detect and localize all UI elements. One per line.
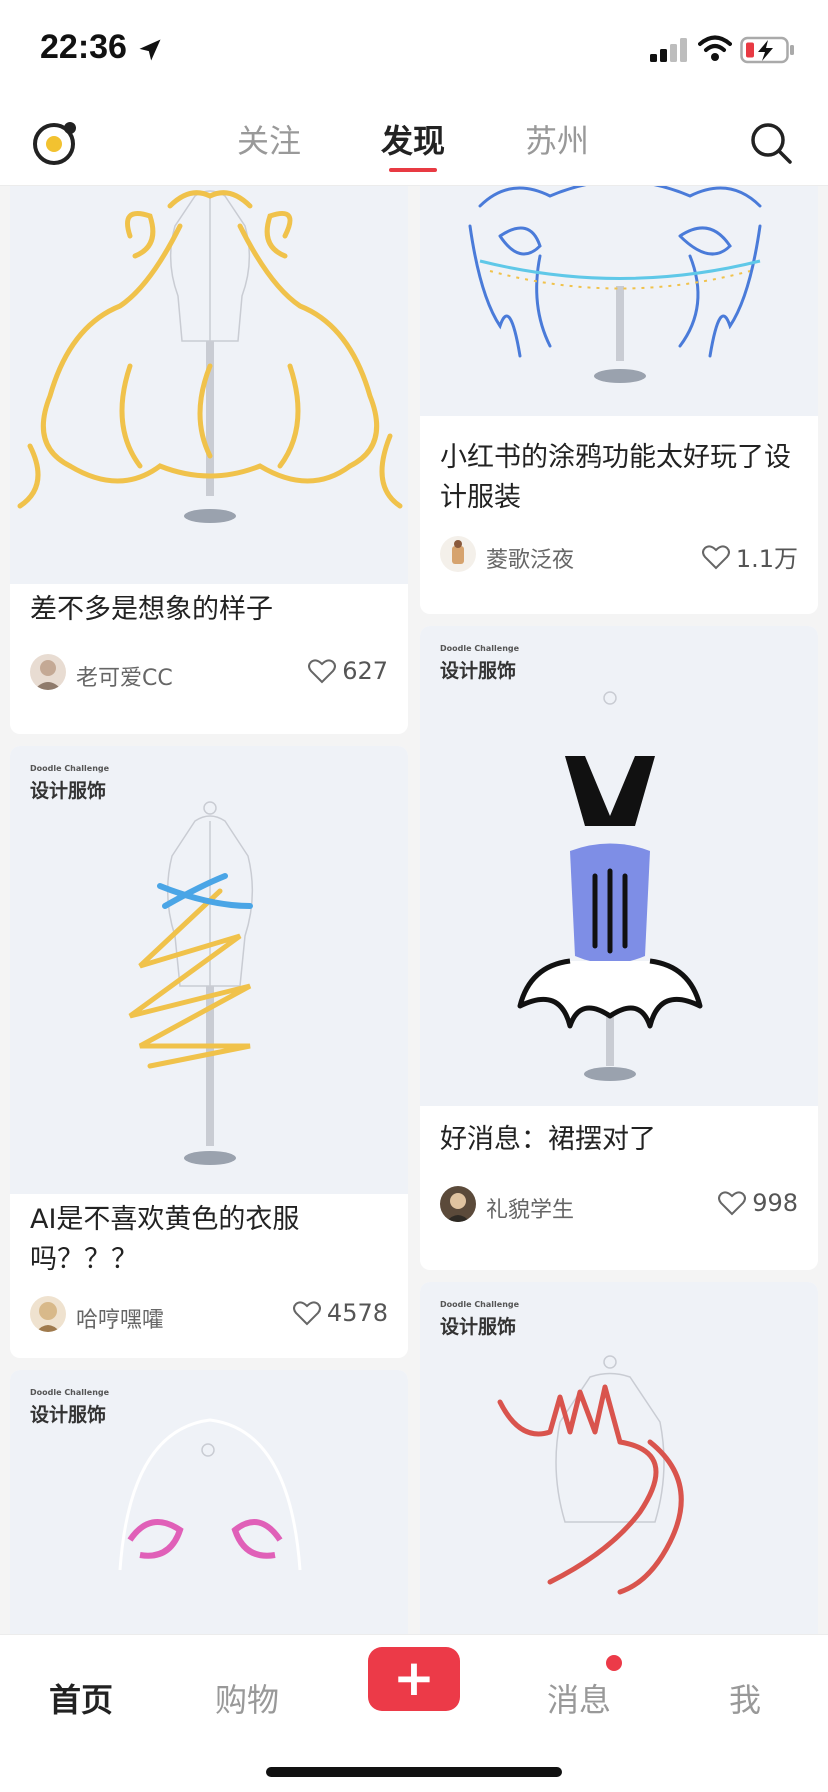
mannequin-yellow-zigzag-drawing [128,801,254,1165]
top-nav: 关注 发现 苏州 [0,100,828,186]
mannequin-blue-ruffle-drawing [468,186,762,383]
tab-home[interactable]: 首页 [26,1675,136,1721]
tab-shopping[interactable]: 购物 [192,1675,302,1721]
author-name[interactable]: 菱歌泛夜 [486,542,574,574]
like-count: 1.1万 [735,545,798,573]
heart-icon [308,659,337,684]
author-name[interactable]: 礼貌学生 [486,1192,574,1224]
like-button[interactable]: 998 [718,1189,798,1217]
like-count: 4578 [326,1299,388,1327]
mannequin-navy-dress-drawing [517,691,703,1081]
mannequin-red-drawing [497,1355,684,1595]
home-indicator [266,1767,562,1777]
status-time: 22:36 [40,28,127,66]
author-name[interactable]: 哈哼嘿嚯 [76,1302,164,1334]
avatar[interactable] [30,654,66,690]
plus-icon: + [393,1649,435,1707]
tab-follow[interactable]: 关注 [214,118,324,172]
note-card[interactable]: 小红书的涂鸦功能太好玩了设计服装 菱歌泛夜 1.1万 [420,186,818,614]
wifi-icon [698,35,732,61]
like-button[interactable]: 1.1万 [701,539,798,574]
card-meta: 菱歌泛夜 1.1万 [440,536,798,576]
cellular-signal-icon [650,38,687,62]
card-meta: 老可爱CC 627 [30,654,388,694]
search-icon[interactable] [748,120,794,166]
note-card[interactable]: Doodle Challenge 设计服饰 好消息：裙摆对了 礼貌学生 998 [420,626,818,1270]
author-name[interactable]: 老可爱CC [76,660,173,692]
camera-logo-icon[interactable] [30,118,80,168]
heart-icon [718,1191,747,1216]
tab-messages[interactable]: 消息 [524,1675,634,1721]
notification-dot [606,1655,622,1671]
like-button[interactable]: 4578 [292,1299,388,1327]
note-card[interactable]: 差不多是想象的样子 老可爱CC 627 [10,186,408,734]
card-image: Doodle Challenge 设计服饰 [10,746,408,1194]
card-title: 好消息：裙摆对了 [440,1124,656,1155]
tab-local-city[interactable]: 苏州 [502,118,612,172]
note-card[interactable]: Doodle Challenge 设计服饰 AI是不喜欢黄色的衣服吗？？？ 哈哼… [10,746,408,1358]
heart-icon [292,1301,321,1326]
card-image [420,186,818,416]
card-image: Doodle Challenge 设计服饰 [420,626,818,1106]
card-title: 差不多是想象的样子 [30,594,273,625]
avatar[interactable] [30,1296,66,1332]
bottom-tab-bar: 首页 购物 + 消息 我 [0,1634,828,1792]
battery-charging-icon [740,36,794,64]
like-button[interactable]: 627 [308,657,388,685]
status-bar: 22:36 [0,0,828,100]
avatar[interactable] [440,536,476,572]
note-card[interactable]: Doodle Challenge 设计服饰 [10,1370,408,1634]
card-title: 小红书的涂鸦功能太好玩了设计服装 [440,442,791,513]
mannequin-pink-drawing [118,1418,302,1571]
card-image: Doodle Challenge 设计服饰 [420,1282,818,1634]
card-image: Doodle Challenge 设计服饰 [10,1370,408,1634]
avatar[interactable] [440,1186,476,1222]
like-count: 998 [752,1189,798,1217]
heart-icon [701,544,730,569]
add-post-button[interactable]: + [368,1647,460,1711]
note-card[interactable]: Doodle Challenge 设计服饰 [420,1282,818,1634]
tab-me[interactable]: 我 [690,1675,800,1721]
feed: 差不多是想象的样子 老可爱CC 627 小红书的涂鸦功能太好玩了设计服装 菱歌泛… [0,186,828,1634]
mannequin-yellow-gown-drawing [17,190,403,523]
location-arrow-icon [139,39,161,61]
like-count: 627 [342,657,388,685]
card-meta: 哈哼嘿嚯 4578 [30,1296,388,1336]
card-image [10,186,408,584]
tab-discover[interactable]: 发现 [358,118,468,172]
card-title: AI是不喜欢黄色的衣服吗？？？ [30,1204,300,1275]
card-meta: 礼貌学生 998 [440,1186,798,1226]
